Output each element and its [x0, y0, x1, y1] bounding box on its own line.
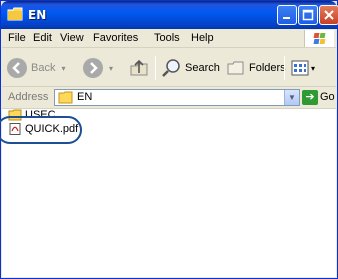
back-icon: [7, 58, 27, 78]
address-value: EN: [77, 91, 93, 103]
windows-logo: [304, 30, 334, 47]
go-button[interactable]: Go: [320, 91, 335, 103]
back-button[interactable]: Back ▾: [6, 56, 65, 80]
chevron-down-icon: ▼: [288, 93, 296, 102]
search-label: Search: [185, 62, 220, 74]
explorer-window: EN File Edit View Favorites Tools Help B…: [0, 0, 338, 279]
menu-file[interactable]: File: [8, 32, 26, 44]
minimize-icon: [283, 17, 290, 19]
views-icon: [291, 60, 309, 76]
title-bar[interactable]: EN: [1, 1, 338, 29]
folder-icon: [7, 7, 23, 21]
forward-button[interactable]: ▾: [82, 56, 113, 80]
menu-edit[interactable]: Edit: [33, 32, 52, 44]
toolbar-separator: [284, 56, 285, 80]
menu-tools[interactable]: Tools: [154, 32, 180, 44]
views-button[interactable]: ▾: [290, 56, 315, 80]
search-icon: [162, 59, 180, 77]
search-button[interactable]: Search: [160, 56, 220, 80]
forward-icon: [83, 58, 103, 78]
menu-help[interactable]: Help: [191, 32, 214, 44]
windows-flag-icon: [313, 33, 326, 44]
folders-icon: [227, 61, 244, 75]
back-dropdown-icon: ▾: [61, 63, 66, 73]
address-dropdown-button[interactable]: ▼: [284, 90, 299, 105]
up-button[interactable]: [128, 56, 150, 80]
window-title: EN: [28, 8, 47, 22]
forward-dropdown-icon: ▾: [109, 63, 114, 73]
menu-view[interactable]: View: [60, 32, 84, 44]
back-label: Back: [31, 62, 56, 74]
up-folder-icon: [130, 59, 148, 76]
standard-toolbar: Back ▾ ▾ Search Folders ▾: [2, 49, 336, 87]
close-icon: [324, 10, 334, 20]
views-dropdown-icon: ▾: [311, 63, 316, 73]
close-button[interactable]: [319, 5, 338, 25]
file-list[interactable]: USEC QUICK.pdf: [0, 109, 336, 277]
menu-favorites[interactable]: Favorites: [93, 32, 138, 44]
folders-label: Folders: [249, 62, 286, 74]
highlight-ring: [0, 116, 82, 144]
folder-icon: [58, 91, 73, 104]
folders-button[interactable]: Folders: [226, 56, 286, 80]
address-bar: Address EN ▼ ➔ Go: [2, 87, 336, 109]
address-input[interactable]: EN ▼: [54, 89, 300, 106]
toolbar-separator: [155, 56, 156, 80]
menu-bar: File Edit View Favorites Tools Help: [2, 29, 336, 48]
minimize-button[interactable]: [277, 5, 297, 25]
maximize-button[interactable]: [298, 5, 318, 25]
go-arrow-icon[interactable]: ➔: [302, 90, 318, 105]
address-label: Address: [8, 91, 49, 103]
maximize-icon: [302, 9, 314, 21]
